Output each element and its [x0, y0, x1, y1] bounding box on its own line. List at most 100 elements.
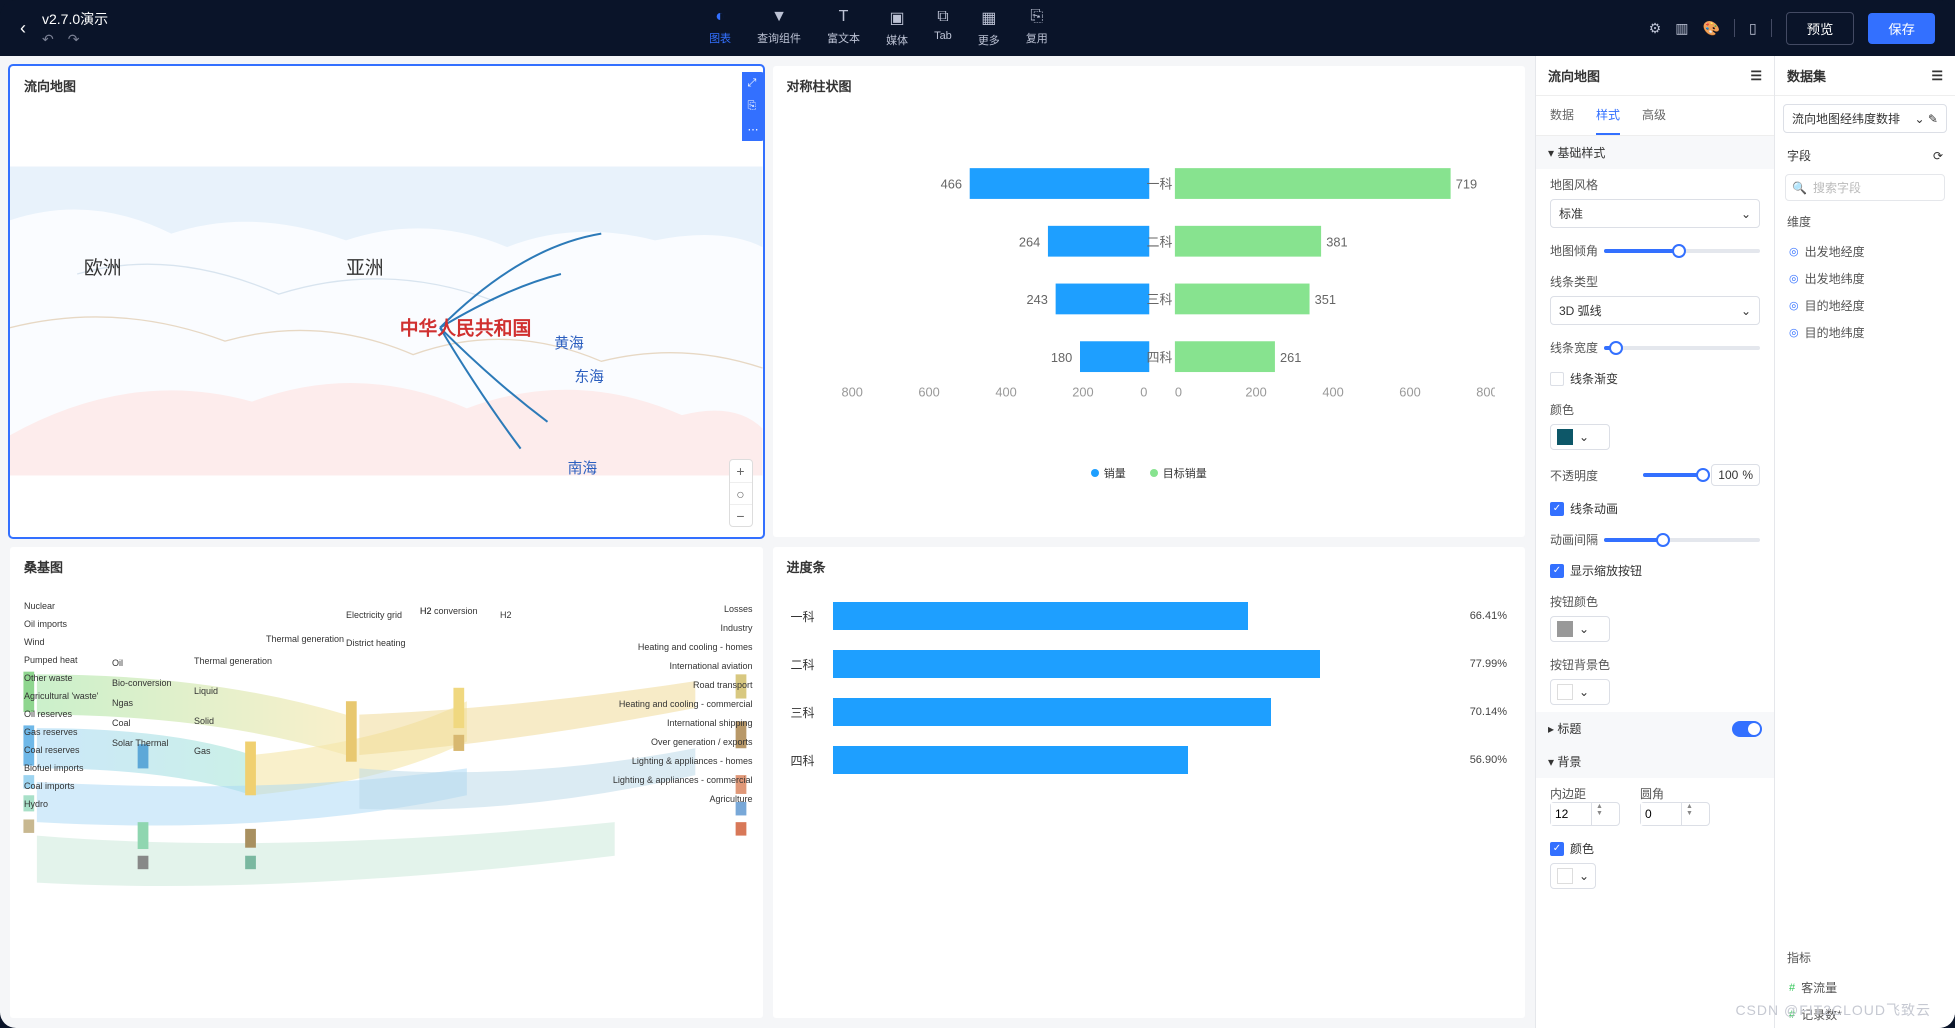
collapse-icon[interactable]: ☰: [1750, 68, 1762, 84]
palette-icon[interactable]: 🎨: [1703, 20, 1720, 37]
color-picker[interactable]: ⌄: [1550, 424, 1610, 450]
svg-text:200: 200: [1072, 384, 1093, 399]
tool-tab[interactable]: ⧉Tab: [934, 8, 952, 48]
zoom-in-button[interactable]: +: [730, 460, 752, 482]
svg-text:0: 0: [1140, 384, 1147, 399]
mobile-icon[interactable]: ▯: [1749, 20, 1757, 37]
sankey-node-label: Wind: [24, 637, 45, 647]
map-zoom-control: + ○ −: [729, 459, 753, 527]
tab-style[interactable]: 样式: [1596, 96, 1620, 135]
layout-icon[interactable]: ▥: [1675, 20, 1688, 37]
properties-panel: 流向地图 ☰ 数据 样式 高级 ▾ 基础样式 地图风格 标准⌄ 地图倾角: [1536, 56, 1775, 1028]
tool-chart[interactable]: ◐图表: [709, 8, 731, 48]
group-title[interactable]: ▸ 标题: [1536, 712, 1774, 745]
tool-reuse[interactable]: ⎘复用: [1026, 8, 1048, 48]
sankey-node-label: District heating: [346, 638, 406, 648]
map-label-asia: 亚洲: [346, 257, 384, 278]
panel-title: 对称柱状图: [773, 66, 1526, 105]
slider-opacity[interactable]: [1643, 473, 1703, 477]
group-background[interactable]: ▾ 背景: [1536, 745, 1774, 778]
dashboard-canvas: ⤢ ⎘ ⋯ 流向地图 欧洲: [0, 56, 1535, 1028]
sankey-node-label: Solid: [194, 716, 214, 726]
dataset-select[interactable]: 流向地图经纬度数排⌄ ✎: [1783, 104, 1947, 133]
input-radius[interactable]: ▲▼: [1640, 802, 1710, 826]
slider-map-pitch[interactable]: [1604, 249, 1760, 253]
label-opacity: 不透明度: [1550, 467, 1598, 484]
checkbox-bg-color[interactable]: ✓颜色: [1550, 840, 1760, 857]
refresh-icon[interactable]: ⟳: [1933, 149, 1943, 163]
map-label-south-sea: 南海: [568, 460, 598, 477]
checkbox-line-gradient[interactable]: 线条渐变: [1550, 370, 1760, 387]
panel-progress[interactable]: 进度条 一科66.41%二科77.99%三科70.14%四科56.90%: [773, 547, 1526, 1018]
save-button[interactable]: 保存: [1868, 13, 1935, 44]
sankey-node-label: Ngas: [112, 698, 133, 708]
metric-field[interactable]: #客流量: [1775, 974, 1955, 1001]
tool-query[interactable]: ▼查询组件: [757, 8, 801, 48]
select-map-style[interactable]: 标准⌄: [1550, 199, 1760, 228]
tool-richtext[interactable]: T富文本: [827, 8, 860, 48]
input-padding[interactable]: ▲▼: [1550, 802, 1620, 826]
chevron-down-icon: ⌄: [1579, 622, 1589, 636]
undo-button[interactable]: ↶: [42, 31, 54, 48]
svg-text:180: 180: [1050, 350, 1071, 365]
panel-flow-map[interactable]: ⤢ ⎘ ⋯ 流向地图 欧洲: [10, 66, 763, 537]
checkbox-show-zoom[interactable]: ✓显示缩放按钮: [1550, 562, 1760, 579]
dimension-field[interactable]: ◎目的地经度: [1775, 292, 1955, 319]
divider: [1771, 19, 1772, 37]
filter-icon: ▼: [771, 8, 787, 26]
divider: [1734, 19, 1735, 37]
color-picker-btn-bg[interactable]: ⌄: [1550, 679, 1610, 705]
tab-data[interactable]: 数据: [1550, 96, 1574, 135]
panel-title: 进度条: [773, 547, 1526, 586]
collapse-icon[interactable]: ☰: [1931, 68, 1943, 84]
copy-icon: ⎘: [1030, 8, 1043, 26]
tool-media[interactable]: ▣媒体: [886, 8, 908, 48]
sankey-node-label: Gas: [194, 746, 211, 756]
zoom-reset-button[interactable]: ○: [730, 482, 752, 504]
sankey-node-label: H2: [500, 610, 512, 620]
sankey-node-label: Pumped heat: [24, 655, 78, 665]
sankey-node-label: Coal: [112, 718, 131, 728]
dimension-field[interactable]: ◎出发地经度: [1775, 238, 1955, 265]
image-icon: ▣: [890, 8, 905, 28]
grid-icon: ▦: [981, 8, 996, 28]
group-basic-style[interactable]: ▾ 基础样式: [1536, 136, 1774, 169]
chevron-down-icon: ⌄: [1741, 304, 1751, 318]
svg-text:243: 243: [1026, 292, 1047, 307]
select-line-type[interactable]: 3D 弧线⌄: [1550, 296, 1760, 325]
label-btn-bg: 按钮背景色: [1550, 656, 1760, 673]
checkbox-line-animation[interactable]: ✓线条动画: [1550, 500, 1760, 517]
slider-line-width[interactable]: [1604, 346, 1760, 350]
color-picker-bg[interactable]: ⌄: [1550, 863, 1596, 889]
settings-icon[interactable]: ⚙: [1649, 20, 1662, 37]
tab-advanced[interactable]: 高级: [1642, 96, 1666, 135]
preview-button[interactable]: 预览: [1786, 12, 1855, 45]
progress-row: 三科70.14%: [773, 688, 1526, 736]
chevron-down-icon: ⌄: [1741, 207, 1751, 221]
dimension-field[interactable]: ◎出发地纬度: [1775, 265, 1955, 292]
progress-label: 四科: [791, 752, 821, 769]
sankey-node-label: Thermal generation: [194, 656, 272, 666]
back-button[interactable]: ‹: [20, 18, 26, 39]
slider-anim-interval[interactable]: [1604, 538, 1760, 542]
sankey-node-label: Nuclear: [24, 601, 55, 611]
datasets-title: 数据集: [1787, 66, 1826, 85]
color-picker-btn[interactable]: ⌄: [1550, 616, 1610, 642]
svg-text:800: 800: [1476, 384, 1495, 399]
toggle-title[interactable]: [1732, 721, 1762, 737]
expand-icon[interactable]: ⤢: [742, 72, 763, 95]
map-label-east-sea: 东海: [574, 368, 604, 385]
tool-more[interactable]: ▦更多: [978, 8, 1000, 48]
map-canvas[interactable]: 欧洲 亚洲 中华人民共和国 黄海 东海 南海: [10, 105, 763, 537]
panel-sankey[interactable]: 桑基图: [10, 547, 763, 1018]
panel-diverging-bar[interactable]: 对称柱状图 466 719 一科 264 381 二科 243 351 三科: [773, 66, 1526, 537]
hash-icon: #: [1789, 982, 1795, 994]
field-search[interactable]: 🔍搜索字段: [1785, 174, 1945, 201]
svg-text:800: 800: [841, 384, 862, 399]
zoom-out-button[interactable]: −: [730, 504, 752, 526]
redo-button[interactable]: ↷: [68, 31, 80, 48]
dimension-field[interactable]: ◎目的地纬度: [1775, 319, 1955, 346]
sankey-node-label: Other waste: [24, 673, 73, 683]
sankey-node-label: International aviation: [669, 661, 752, 671]
svg-text:一科: 一科: [1146, 177, 1172, 192]
